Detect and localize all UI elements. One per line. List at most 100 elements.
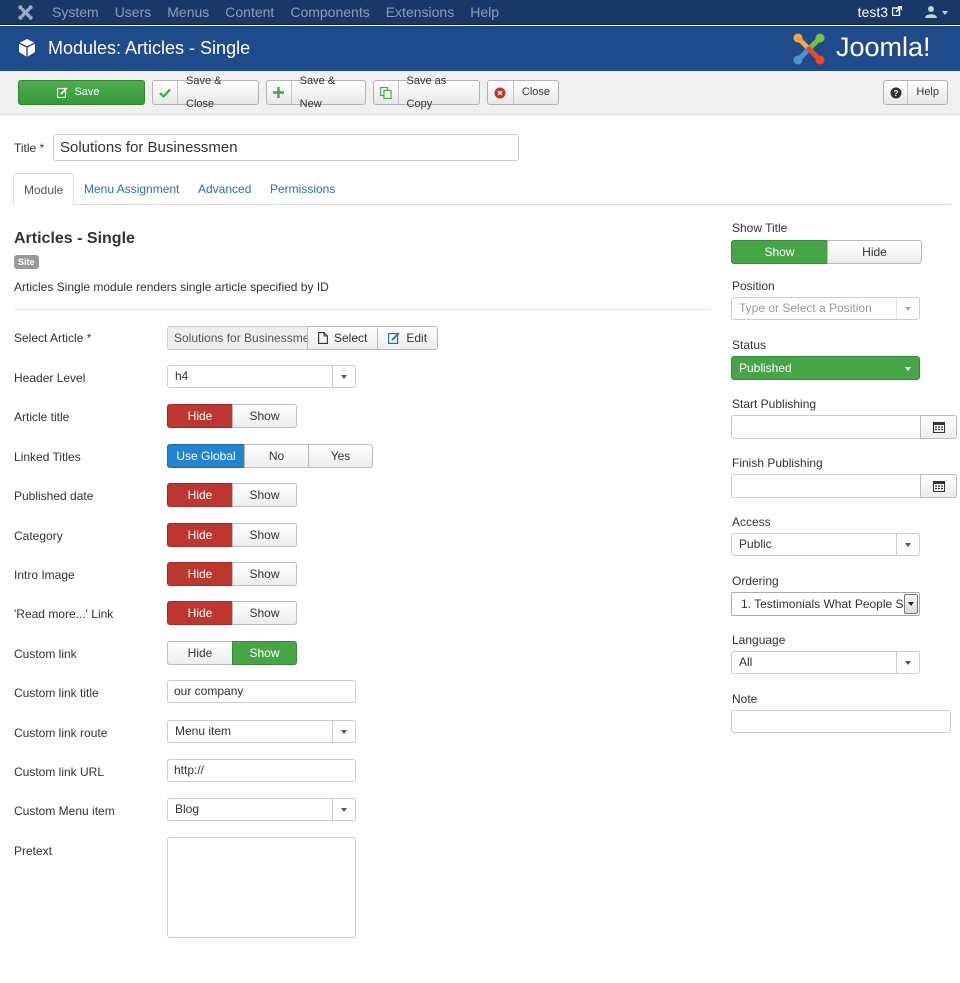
article-title-hide[interactable]: Hide — [167, 404, 233, 428]
custom-link-route-select[interactable]: Menu item — [167, 720, 356, 743]
position-select[interactable]: Type or Select a Position — [731, 297, 920, 320]
access-select[interactable]: Public — [731, 533, 920, 556]
finish-publishing-calendar-button[interactable] — [920, 474, 957, 498]
category-hide[interactable]: Hide — [167, 523, 233, 547]
intro-image-toggle: Hide Show — [167, 562, 297, 586]
menu-menus[interactable]: Menus — [159, 0, 217, 25]
tab-bar: Module Menu Assignment Advanced Permissi… — [13, 173, 951, 205]
ordering-select[interactable]: 1. Testimonials What People Say — [731, 592, 920, 616]
custom-link-title-input[interactable]: our company — [167, 680, 356, 703]
chevron-down-icon — [332, 366, 355, 387]
status-select[interactable]: Published — [731, 356, 920, 380]
position-label: Position — [732, 279, 775, 293]
close-button[interactable]: Close — [487, 80, 559, 105]
title-input[interactable]: Solutions for Businessmen — [53, 134, 519, 161]
site-name-link[interactable]: test3 — [858, 0, 888, 24]
read-more-toggle: Hide Show — [167, 601, 297, 625]
intro-image-label: Intro Image — [14, 568, 75, 582]
chevron-down-icon — [332, 799, 355, 820]
save-new-button[interactable]: Save & New — [266, 75, 366, 110]
menu-system[interactable]: System — [44, 0, 107, 25]
linked-titles-label: Linked Titles — [14, 450, 81, 464]
chevron-down-icon — [896, 298, 919, 319]
category-show[interactable]: Show — [232, 523, 297, 547]
published-date-show[interactable]: Show — [232, 483, 297, 507]
header-level-value: h4 — [175, 369, 189, 383]
start-publishing-calendar-button[interactable] — [920, 415, 957, 439]
menu-users[interactable]: Users — [107, 0, 160, 25]
tab-module[interactable]: Module — [13, 173, 75, 205]
custom-menu-item-label: Custom Menu item — [14, 804, 115, 818]
edit-icon — [388, 332, 400, 344]
status-label: Status — [732, 338, 767, 352]
help-button[interactable]: ? Help — [883, 80, 948, 105]
custom-link-hide[interactable]: Hide — [167, 641, 233, 665]
chevron-down-icon — [332, 721, 355, 742]
site-badge: Site — [14, 255, 39, 269]
check-icon — [153, 81, 178, 104]
joomla-logo-icon[interactable] — [17, 4, 34, 21]
intro-image-hide[interactable]: Hide — [167, 562, 233, 586]
page-title: Modules: Articles - Single — [48, 38, 251, 58]
selected-article-text: Solutions for Businessmen — [167, 326, 308, 350]
article-title-show[interactable]: Show — [232, 404, 297, 428]
language-label: Language — [732, 633, 786, 647]
save-close-label: Save & Close — [186, 74, 222, 110]
tab-permissions[interactable]: Permissions — [260, 173, 345, 205]
external-link-icon[interactable] — [892, 6, 902, 16]
header-level-select[interactable]: h4 — [167, 365, 356, 388]
help-label: Help — [916, 86, 939, 98]
menu-content[interactable]: Content — [217, 0, 282, 25]
tab-advanced[interactable]: Advanced — [188, 173, 261, 205]
linked-titles-no[interactable]: No — [244, 444, 309, 468]
edit-article-button[interactable]: Edit — [377, 326, 439, 350]
start-publishing-field — [731, 415, 957, 439]
published-date-toggle: Hide Show — [167, 483, 297, 507]
cube-icon — [18, 39, 36, 57]
pretext-textarea[interactable] — [167, 837, 356, 938]
read-more-hide[interactable]: Hide — [167, 601, 233, 625]
access-value: Public — [739, 537, 772, 551]
plus-icon — [267, 81, 292, 104]
save-button[interactable]: Save — [18, 80, 145, 105]
custom-menu-item-select[interactable]: Blog — [167, 798, 356, 821]
linked-titles-yes[interactable]: Yes — [308, 444, 373, 468]
start-publishing-input[interactable] — [731, 415, 921, 439]
read-more-show[interactable]: Show — [232, 601, 297, 625]
edit-icon — [55, 81, 69, 104]
published-date-hide[interactable]: Hide — [167, 483, 233, 507]
user-dropdown-caret-icon[interactable] — [942, 11, 948, 15]
finish-publishing-input[interactable] — [731, 474, 921, 498]
note-input[interactable] — [731, 710, 951, 733]
custom-link-show[interactable]: Show — [232, 641, 297, 665]
save-close-button[interactable]: Save & Close — [152, 75, 259, 110]
custom-link-url-input[interactable]: http:// — [167, 759, 356, 782]
category-toggle: Hide Show — [167, 523, 297, 547]
language-select[interactable]: All — [731, 651, 920, 674]
status-value: Published — [739, 361, 792, 375]
position-placeholder: Type or Select a Position — [739, 301, 872, 315]
intro-image-show[interactable]: Show — [232, 562, 297, 586]
menu-extensions[interactable]: Extensions — [378, 0, 462, 25]
chevron-down-icon — [896, 534, 919, 555]
edit-label: Edit — [406, 331, 428, 345]
finish-publishing-field — [731, 474, 957, 498]
save-as-copy-button[interactable]: Save as Copy — [373, 75, 480, 110]
linked-titles-toggle: Use Global No Yes — [167, 444, 373, 468]
ordering-label: Ordering — [732, 574, 779, 588]
user-menu-icon[interactable] — [924, 5, 938, 19]
show-title-toggle: Show Hide — [731, 240, 922, 264]
select-article-button[interactable]: Select — [307, 326, 379, 350]
toolbar: Save Save & Close Save & New Save as Cop… — [0, 71, 960, 115]
save-new-label: Save & New — [299, 74, 336, 110]
menu-help[interactable]: Help — [462, 0, 507, 25]
show-title-hide[interactable]: Hide — [827, 240, 922, 264]
linked-titles-use-global[interactable]: Use Global — [167, 444, 245, 468]
close-label: Close — [521, 86, 550, 98]
save-label: Save — [74, 86, 100, 98]
show-title-show[interactable]: Show — [731, 240, 828, 264]
tab-menu-assignment[interactable]: Menu Assignment — [74, 173, 189, 205]
menu-components[interactable]: Components — [282, 0, 377, 25]
file-icon — [318, 332, 328, 344]
joomla-brand-logo-icon — [793, 33, 825, 65]
